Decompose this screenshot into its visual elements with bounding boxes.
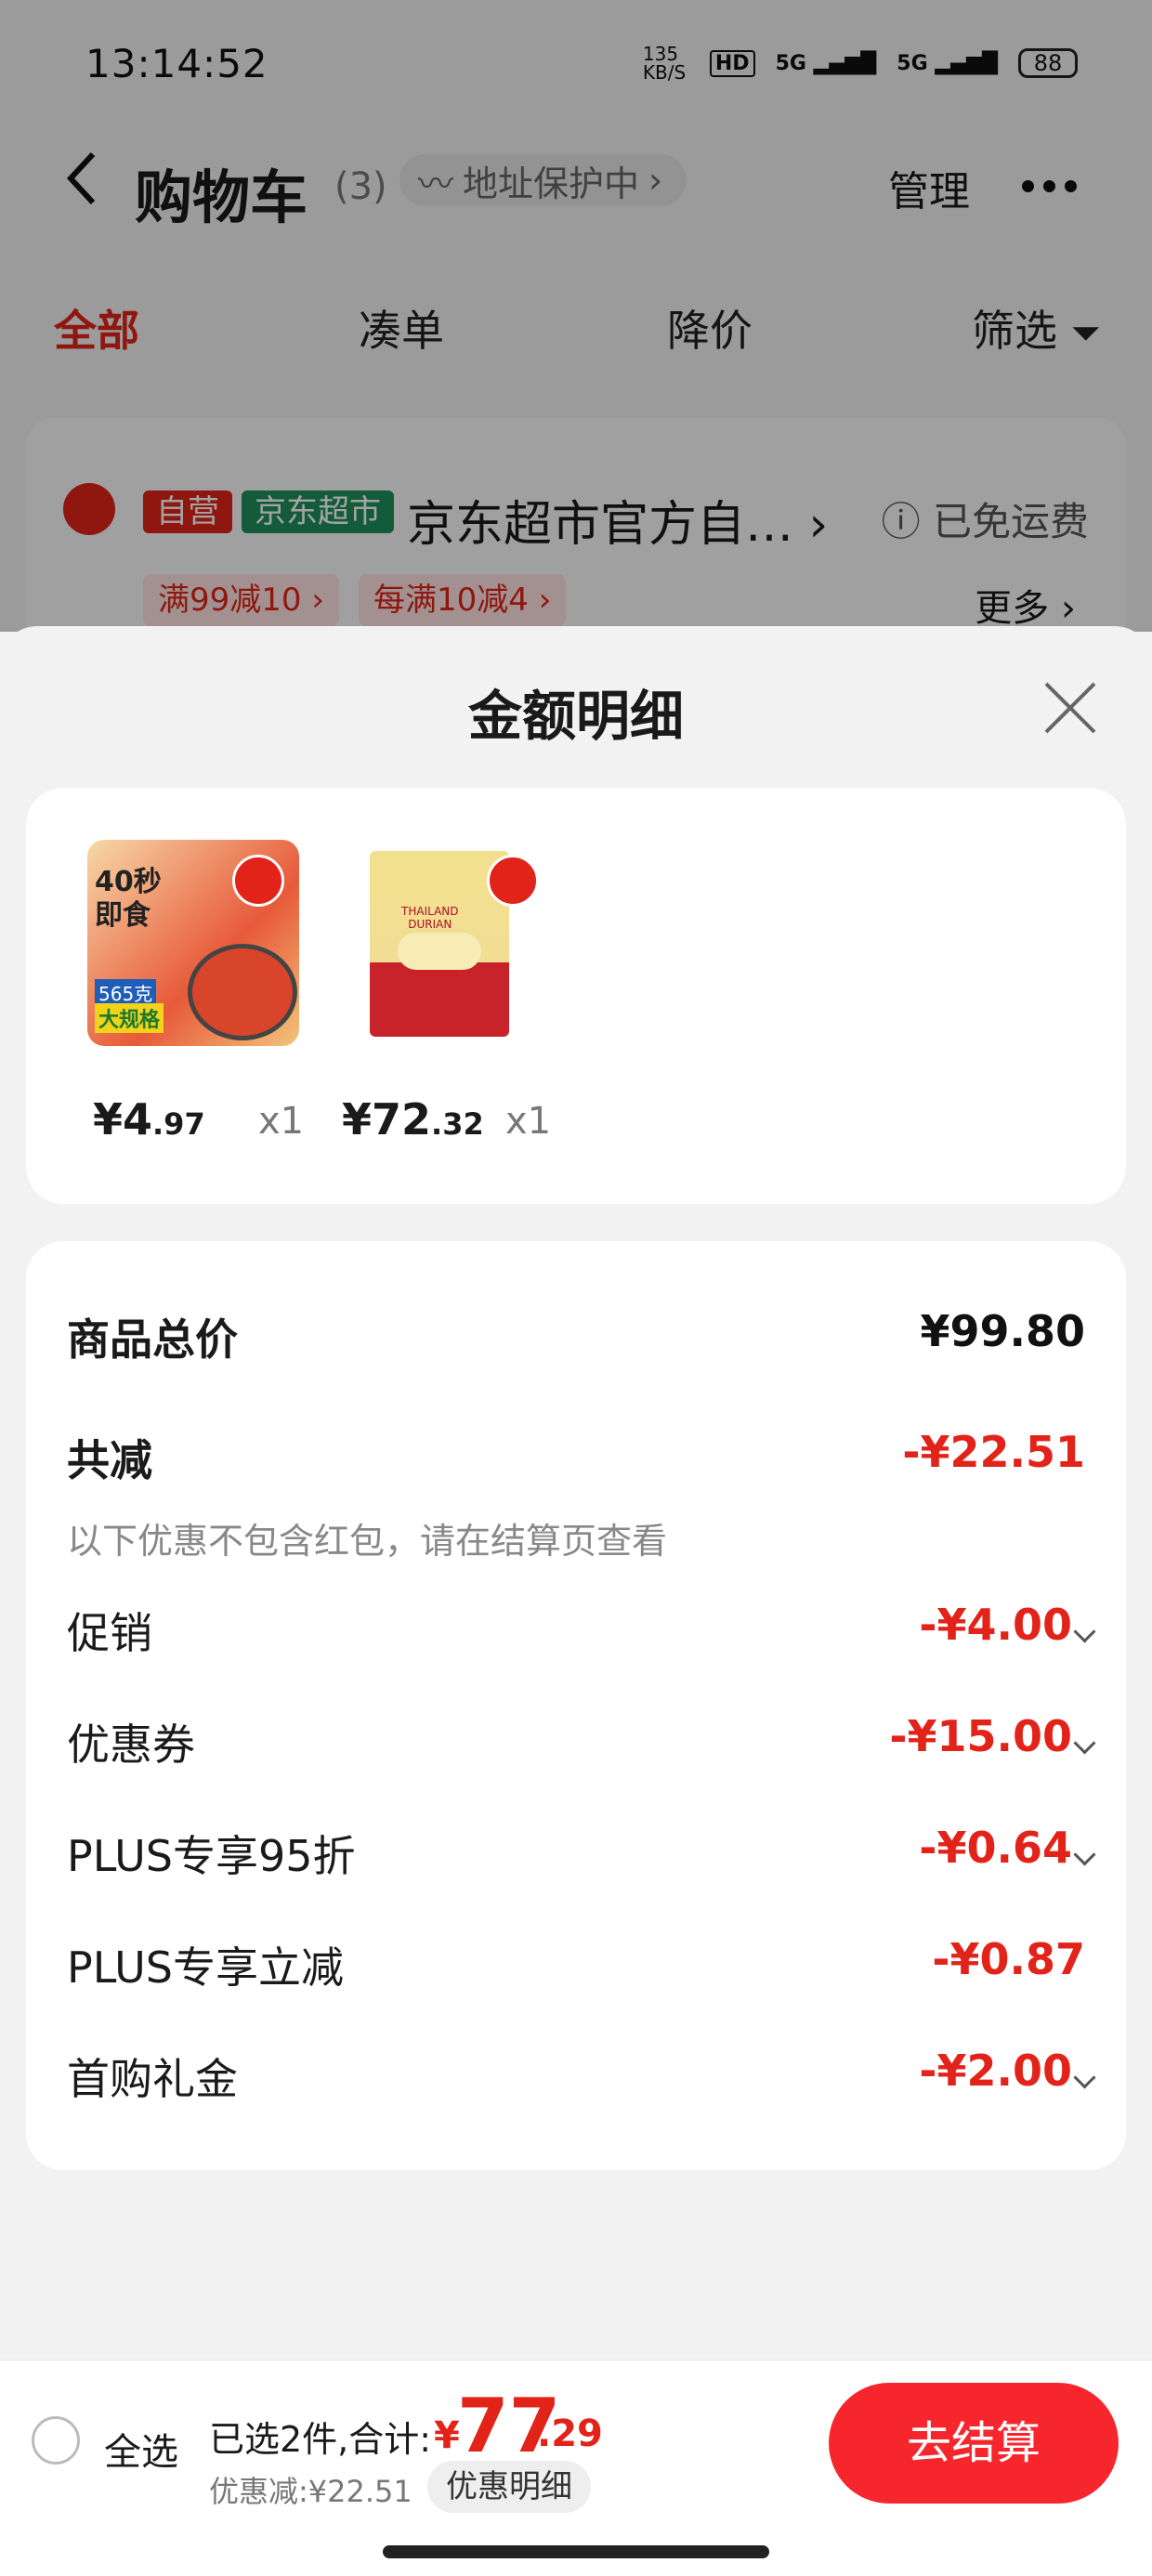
discount-row-plus-reduce: PLUS专享立减 -¥0.87 (67, 1934, 1085, 1993)
discount-detail-button[interactable]: 优惠明细 (427, 2461, 591, 2513)
select-all-label[interactable]: 全选 (104, 2422, 178, 2476)
discount-row-coupon[interactable]: 优惠券 -¥15.00 (67, 1711, 1096, 1785)
product-price: ¥4.97 (93, 1094, 205, 1144)
total-row: 商品总价 ¥99.80 (67, 1306, 1085, 1380)
checkout-button[interactable]: 去结算 (829, 2383, 1119, 2504)
product-image-noodles[interactable]: 40秒 即食 565克 大规格 (87, 840, 299, 1046)
discount-row-plus95[interactable]: PLUS专享95折 -¥0.64 (67, 1823, 1096, 1897)
total-value: ¥99.80 (920, 1306, 1085, 1356)
chevron-down-icon (1073, 1620, 1096, 1643)
reduce-value: -¥22.51 (902, 1427, 1085, 1477)
chevron-down-icon (1073, 2066, 1096, 2089)
reduce-note: 以下优惠不包含红包，请在结算页查看 (67, 1521, 668, 1562)
total-currency: ¥ (434, 2414, 460, 2457)
total-decimal: .29 (537, 2413, 603, 2455)
reduce-label: 共减 (67, 1435, 152, 1485)
selected-count: 已选2件,合计: (209, 2419, 432, 2460)
sheet-title: 金额明细 (467, 685, 684, 748)
discount-value: -¥15.00 (889, 1711, 1096, 1761)
discount-row-first-gift[interactable]: 首购礼金 -¥2.00 (67, 2046, 1096, 2120)
discount-value: -¥0.87 (932, 1934, 1085, 1984)
product-image-durian[interactable]: THAILAND DURIAN (342, 840, 554, 1046)
close-icon[interactable] (1042, 680, 1098, 736)
check-icon (487, 855, 539, 907)
modal-overlay[interactable] (0, 0, 1152, 632)
price-summary-card: 商品总价 ¥99.80 共减 -¥22.51 以下优惠不包含红包，请在结算页查看… (26, 1241, 1126, 2170)
chevron-down-icon (1073, 1843, 1096, 1866)
checkout-bar: 全选 已选2件,合计: ¥ 77 .29 优惠减:¥22.51 优惠明细 去结算 (0, 2360, 1152, 2576)
product-qty: x1 (505, 1100, 552, 1143)
amount-detail-sheet: 金额明细 40秒 即食 565克 大规格 THAILAND DURIAN ¥4.… (0, 626, 1152, 2575)
chevron-down-icon (1073, 1732, 1096, 1755)
check-icon (232, 855, 284, 907)
discount-row-promotion[interactable]: 促销 -¥4.00 (67, 1600, 1096, 1674)
product-price: ¥72.32 (342, 1094, 484, 1144)
discount-summary: 优惠减:¥22.51 (209, 2474, 412, 2509)
product-qty: x1 (258, 1100, 305, 1143)
product-list-card: 40秒 即食 565克 大规格 THAILAND DURIAN ¥4.97 x1… (26, 788, 1126, 1204)
home-indicator[interactable] (383, 2545, 769, 2558)
discount-value: -¥4.00 (919, 1600, 1096, 1650)
reduce-row: 共减 -¥22.51 (67, 1427, 1085, 1501)
discount-value: -¥2.00 (919, 2046, 1096, 2096)
total-label: 商品总价 (67, 1314, 238, 1365)
discount-value: -¥0.64 (919, 1823, 1096, 1873)
select-all-checkbox[interactable] (32, 2416, 80, 2465)
